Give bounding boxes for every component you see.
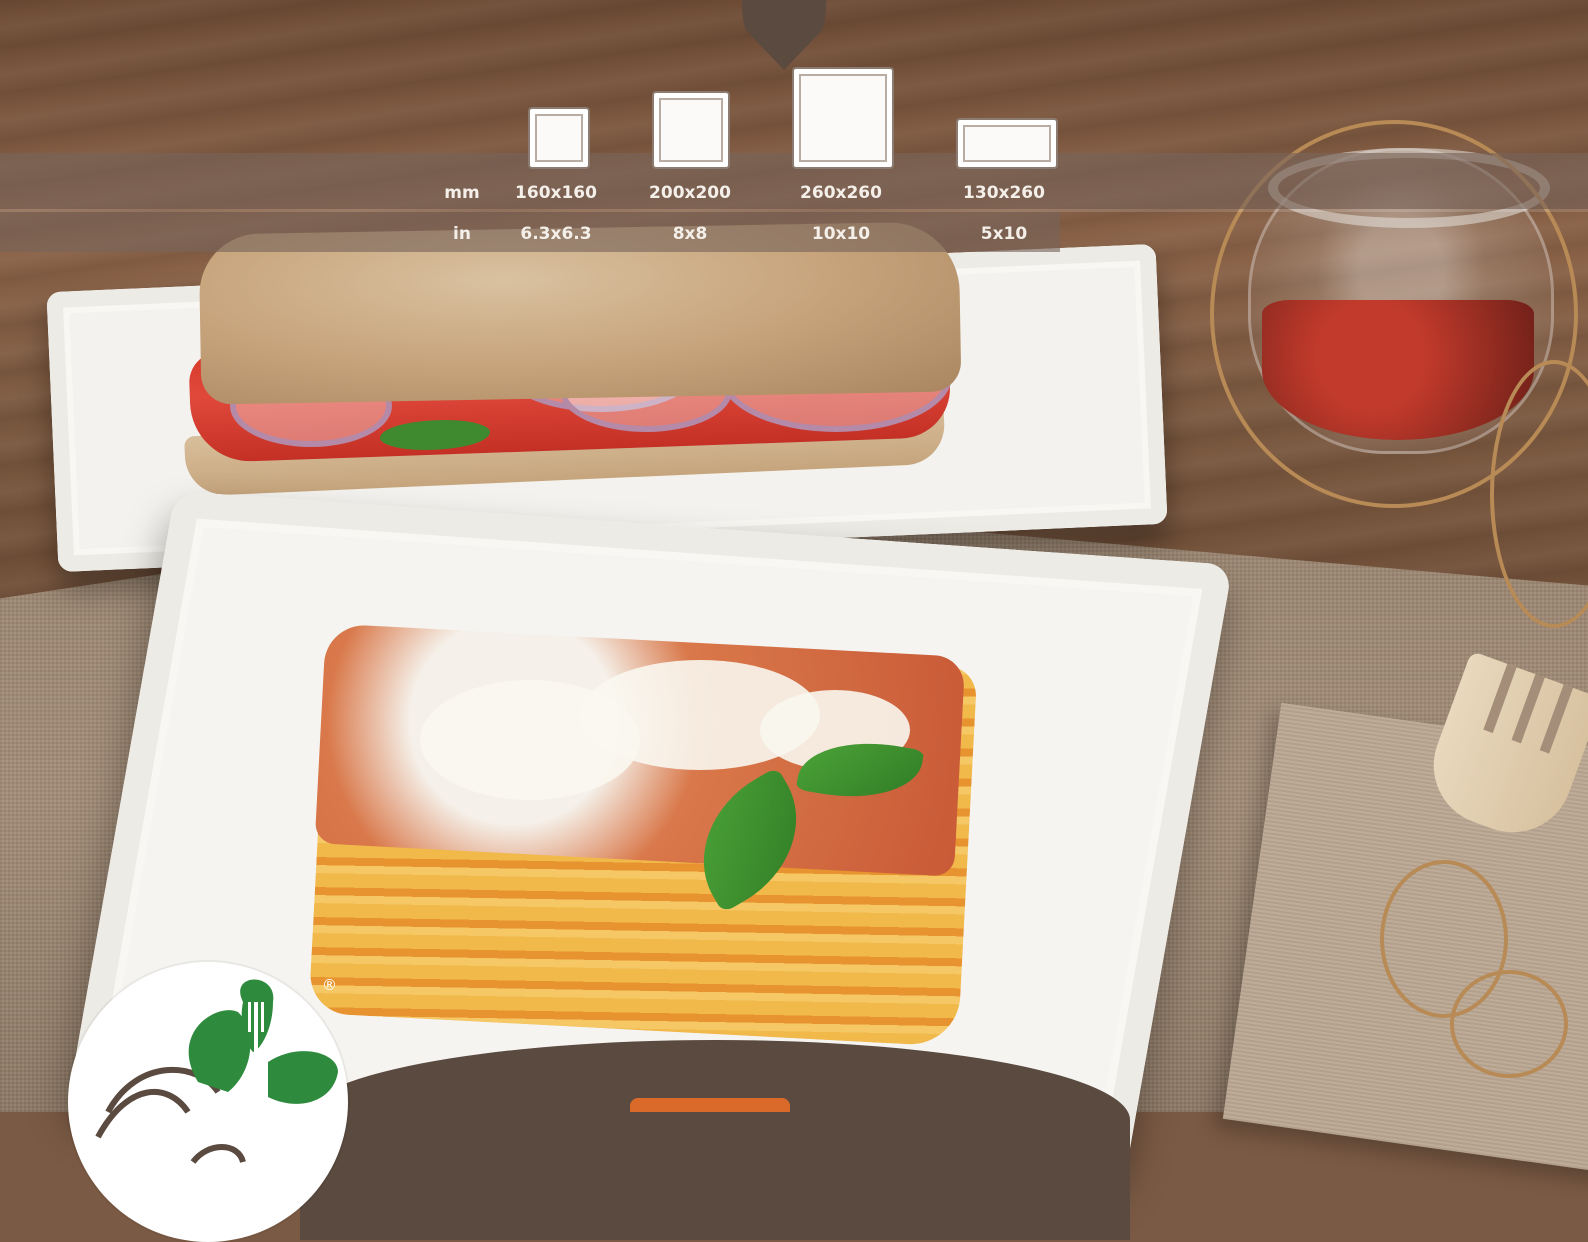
size-in-2: 8x8 (672, 224, 708, 244)
tray-icon-200 (652, 91, 730, 169)
brand-dome-panel (300, 1040, 1130, 1240)
size-in-3: 10x10 (811, 224, 871, 244)
size-mm-3: 260x260 (800, 183, 882, 203)
size-in-1: 6.3x6.3 (520, 224, 592, 244)
fork-tine-gap (1539, 684, 1574, 754)
fork-tine-gap (1483, 663, 1517, 734)
in-unit-label: in (453, 224, 471, 244)
brand-logo (68, 962, 348, 1242)
dome-accent-bar (630, 1098, 790, 1112)
napkin-bow (1450, 970, 1568, 1078)
tray-icon-160 (528, 107, 590, 169)
tray-icon-260 (792, 67, 894, 169)
tray-icon-130x260 (956, 118, 1058, 169)
size-mm-4: 130x260 (963, 183, 1045, 203)
size-mm-2: 200x200 (649, 183, 731, 203)
fork-tine-gap (1511, 674, 1545, 744)
leaf-fork-spoon-icon (95, 979, 338, 1164)
registered-mark: ® (322, 976, 337, 994)
size-in-4: 5x10 (980, 224, 1028, 244)
size-mm-1: 160x160 (515, 183, 597, 203)
mm-unit-label: mm (444, 183, 480, 203)
